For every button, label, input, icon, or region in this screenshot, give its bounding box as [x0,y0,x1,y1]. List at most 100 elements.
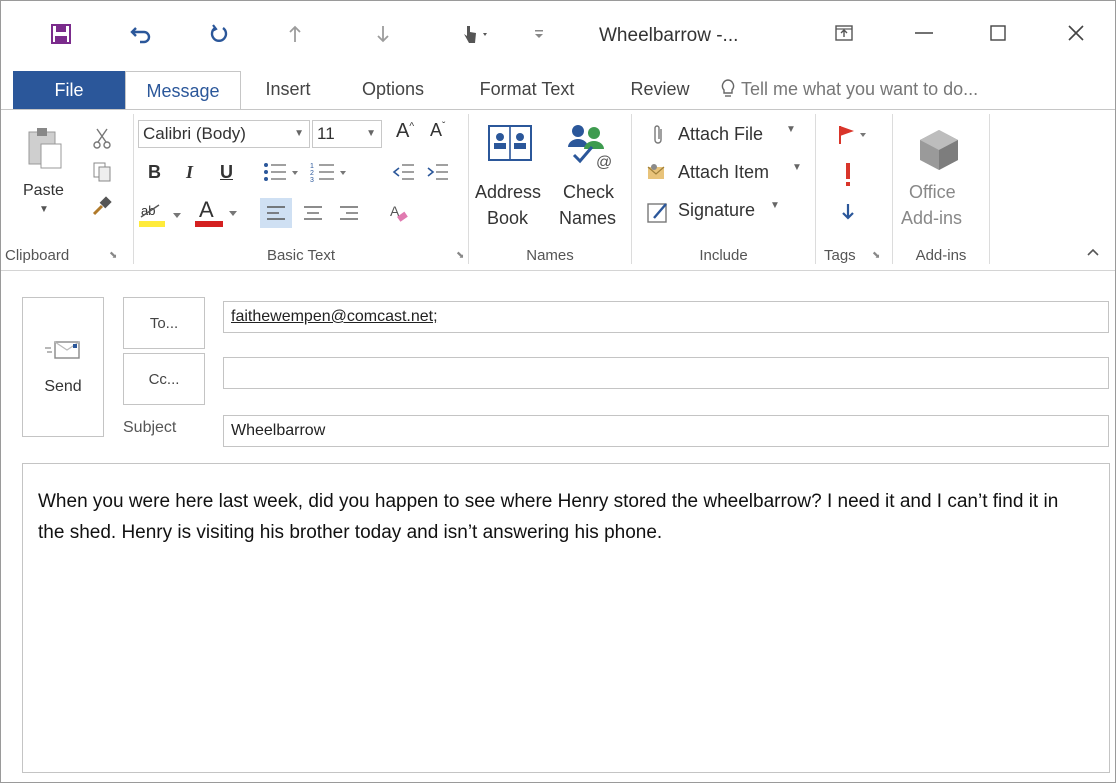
paste-icon[interactable] [23,124,67,174]
tab-file[interactable]: File [13,71,125,111]
send-envelope-icon [45,341,80,359]
svg-text:2: 2 [310,170,314,177]
include-group: Attach File ▼ Attach Item ▼ Signature ▼ … [632,110,815,270]
signature-icon [644,198,672,226]
highlight-icon[interactable]: ab [138,198,188,230]
check-names-label-2[interactable]: Names [559,208,616,229]
attach-item-button[interactable]: Attach Item [678,162,769,183]
title-bar: Wheelbarrow -... [1,1,1115,67]
shrink-font-icon[interactable]: Aˇ [430,120,445,141]
attach-file-button[interactable]: Attach File [678,124,763,145]
basic-text-group-label: Basic Text [266,247,336,264]
tab-message[interactable]: Message [125,71,241,112]
address-book-label-2[interactable]: Book [487,208,528,229]
window-title: Wheelbarrow -... [599,25,739,46]
grow-font-icon[interactable]: A^ [396,120,414,143]
tell-me-text: Tell me what you want to do... [741,78,979,99]
tags-launcher-icon[interactable]: ⬊ [872,250,880,261]
office-addins-label-1[interactable]: Office [909,182,956,203]
font-name-value: Calibri (Body) [143,124,246,143]
basic-text-group: Calibri (Body) ▼ 11 ▼ A^ Aˇ B I U 123 ab… [134,110,468,270]
to-field[interactable]: faithewempen@comcast.net; [223,301,1109,333]
low-importance-icon[interactable] [836,198,860,226]
to-button[interactable]: To... [123,297,205,349]
cut-icon[interactable] [89,126,115,150]
signature-button[interactable]: Signature [678,200,755,221]
redo-icon[interactable] [201,15,237,53]
cc-button[interactable]: Cc... [123,353,205,405]
clipboard-group: Paste ▼ Clipboard ⬊ [1,110,133,270]
clipboard-launcher-icon[interactable]: ⬊ [109,250,117,261]
paste-dropdown-arrow[interactable]: ▼ [39,204,49,215]
address-book-icon[interactable] [483,120,537,166]
ribbon-tabs: File Message Insert Options Format Text … [1,67,1115,112]
numbering-icon[interactable]: 123 [308,158,352,186]
next-item-icon[interactable] [365,15,401,53]
bold-button[interactable]: B [148,162,161,183]
include-group-label: Include [699,247,748,264]
tell-me-search[interactable]: Tell me what you want to do... [721,67,978,111]
high-importance-icon[interactable] [836,160,860,188]
send-label: Send [44,378,82,395]
undo-icon[interactable] [123,15,159,53]
align-center-icon[interactable] [298,198,328,228]
collapse-ribbon-icon[interactable] [1083,242,1103,262]
align-right-icon[interactable] [334,198,364,228]
format-painter-icon[interactable] [89,194,115,218]
subject-field[interactable]: Wheelbarrow [223,415,1109,447]
basic-text-launcher-icon[interactable]: ⬊ [456,250,464,261]
paste-label[interactable]: Paste [23,182,64,200]
maximize-icon[interactable] [973,13,1023,53]
bullets-icon[interactable] [260,158,304,186]
check-names-icon[interactable]: @ [559,120,615,170]
font-size-dropdown[interactable]: 11 ▼ [312,120,382,148]
font-color-icon[interactable]: A [194,196,244,230]
save-icon[interactable] [43,15,79,53]
svg-text:1: 1 [310,163,314,170]
chevron-down-icon[interactable]: ▼ [792,162,802,173]
previous-item-icon[interactable] [277,15,313,53]
font-name-dropdown[interactable]: Calibri (Body) ▼ [138,120,310,148]
tab-insert[interactable]: Insert [251,67,325,111]
office-addins-icon[interactable] [913,126,965,174]
tags-group-label: Tags [824,247,856,264]
align-left-icon[interactable] [260,198,292,228]
office-addins-label-2[interactable]: Add-ins [901,208,962,229]
attach-item-icon [644,160,672,186]
cc-field[interactable] [223,357,1109,389]
copy-icon[interactable] [89,160,115,184]
italic-button[interactable]: I [186,162,193,183]
chevron-down-icon: ▼ [366,128,376,139]
paperclip-icon [646,122,670,148]
addins-group: Office Add-ins Add-ins [893,110,989,270]
tab-options[interactable]: Options [349,67,437,111]
message-body-text: When you were here last week, did you ha… [38,491,1059,543]
subject-label: Subject [123,419,177,436]
lightbulb-icon [721,79,735,97]
font-size-value: 11 [317,124,335,143]
close-icon[interactable] [1051,13,1101,53]
svg-text:A: A [199,197,214,222]
increase-indent-icon[interactable] [424,158,452,186]
chevron-down-icon[interactable]: ▼ [786,124,796,135]
chevron-down-icon[interactable]: ▼ [770,200,780,211]
message-body[interactable]: When you were here last week, did you ha… [22,463,1110,773]
to-recipient[interactable]: faithewempen@comcast.net; [231,308,438,325]
decrease-indent-icon[interactable] [390,158,418,186]
names-group-label: Names [526,247,574,264]
send-button[interactable]: Send [22,297,104,437]
tab-format-text[interactable]: Format Text [463,67,591,111]
compose-window: Wheelbarrow -... File Message Insert Opt… [0,0,1116,783]
tab-review[interactable]: Review [615,67,705,111]
follow-up-flag-icon[interactable] [832,122,872,148]
touch-mode-icon[interactable] [451,15,501,53]
address-book-label-1[interactable]: Address [475,182,541,203]
underline-button[interactable]: U [220,162,233,183]
ribbon: Paste ▼ Clipboard ⬊ Calibri (Body) ▼ 11 [1,109,1115,271]
tags-group: Tags ⬊ [816,110,892,270]
minimize-icon[interactable] [899,13,949,53]
check-names-label-1[interactable]: Check [563,182,614,203]
ribbon-display-options-icon[interactable] [819,13,869,53]
customize-qat-icon[interactable] [529,15,549,53]
clear-formatting-icon[interactable]: A [384,198,414,228]
